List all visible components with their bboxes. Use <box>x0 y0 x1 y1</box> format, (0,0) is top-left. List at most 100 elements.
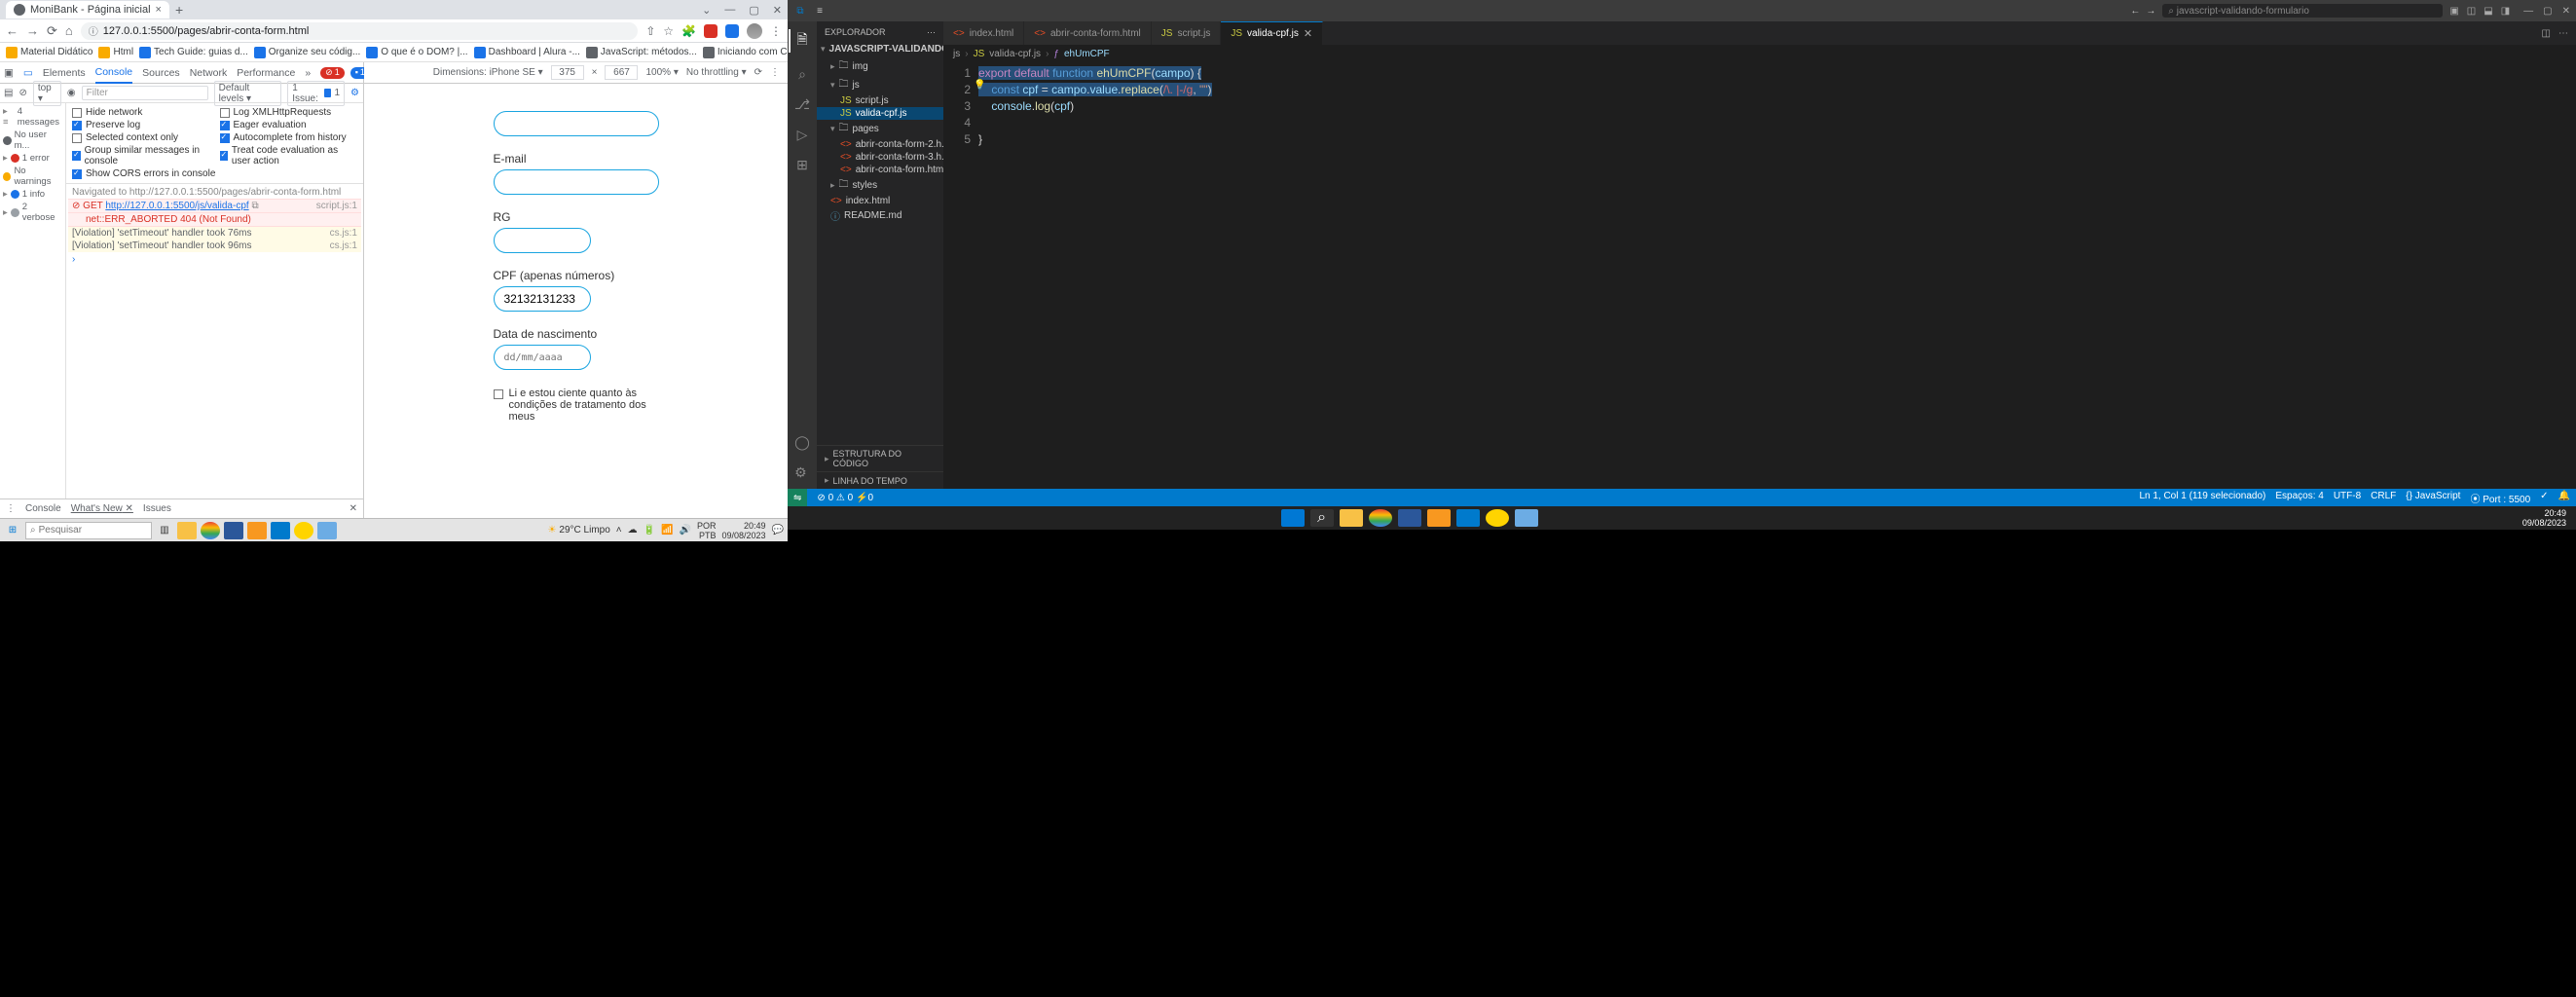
vscode-menu-icon[interactable]: ≡ <box>813 6 827 17</box>
share-icon[interactable]: ⇧ <box>645 24 655 38</box>
email-input[interactable] <box>494 169 659 195</box>
file-readme[interactable]: ⓘREADME.md <box>817 207 943 224</box>
layout-sidebar-icon[interactable]: ◫ <box>2467 6 2476 17</box>
throttle-select[interactable]: No throttling ▾ <box>686 67 747 78</box>
rotate-icon[interactable]: ⟳ <box>754 67 762 78</box>
clear-console-icon[interactable]: ⊘ <box>18 88 26 98</box>
layout-right-icon[interactable]: ◨ <box>2501 6 2510 17</box>
outline-section[interactable]: ▸ESTRUTURA DO CÓDIGO <box>817 445 943 471</box>
bookmark-item[interactable]: Html <box>98 47 133 58</box>
file-page2[interactable]: <>abrir-conta-form-3.h... <box>817 151 943 164</box>
folder-img[interactable]: ▸🗀img <box>817 57 943 76</box>
status-bell-icon[interactable]: 🔔 <box>2558 491 2570 505</box>
activity-settings-icon[interactable]: ⚙ <box>794 464 810 481</box>
chk-eager-eval[interactable]: Eager evaluation <box>220 120 358 130</box>
error-url-link[interactable]: http://127.0.0.1:5500/js/valida-cpf <box>105 201 248 211</box>
rg-input[interactable] <box>494 228 591 253</box>
taskbar-app-icon[interactable] <box>317 522 337 539</box>
start-button[interactable]: ⊞ <box>4 522 21 539</box>
inspect-icon[interactable]: ▣ <box>4 67 14 79</box>
activity-account-icon[interactable]: ◯ <box>794 434 810 451</box>
zoom-select[interactable]: 100% ▾ <box>645 67 678 78</box>
drawer-tab-issues[interactable]: Issues <box>143 503 171 514</box>
tray-chevron-icon[interactable]: ˄ <box>616 525 622 535</box>
minimize-icon[interactable]: — <box>724 4 735 17</box>
error-count-badge[interactable]: ⊘1 <box>320 67 345 79</box>
sound-icon[interactable]: 🔊 <box>680 525 691 535</box>
chevron-down-icon[interactable]: ⌄ <box>702 4 711 17</box>
editor-tab[interactable]: <>abrir-conta-form.html <box>1024 21 1152 45</box>
filter-warnings[interactable]: No warnings <box>3 165 62 188</box>
notifications-icon[interactable]: 💬 <box>772 525 784 535</box>
reload-icon[interactable]: ⟳ <box>47 23 57 39</box>
chk-cors[interactable]: Show CORS errors in console <box>72 168 357 179</box>
chk-autocomplete[interactable]: Autocomplete from history <box>220 132 358 143</box>
ext-puzzle-icon[interactable] <box>704 24 718 38</box>
dob-input[interactable] <box>494 345 591 370</box>
taskbar-vscode-icon[interactable] <box>1456 509 1480 527</box>
editor-tab-active[interactable]: JSvalida-cpf.js✕ <box>1221 21 1323 45</box>
lightbulb-icon[interactable]: 💡 <box>974 80 985 91</box>
taskbar-vscode-icon[interactable] <box>271 522 290 539</box>
folder-js[interactable]: ▾🗀js <box>817 76 943 94</box>
code-editor[interactable]: 12345 💡 export default function ehUmCPF(… <box>943 62 2576 489</box>
dt-tabs-more-icon[interactable]: » <box>305 67 311 79</box>
filter-all-messages[interactable]: ▸ ≡4 messages <box>3 105 62 129</box>
close-tab-icon[interactable]: ✕ <box>1304 27 1312 40</box>
dt-tab-console[interactable]: Console <box>95 62 133 84</box>
terms-row[interactable]: Li e estou ciente quanto às condições de… <box>494 388 659 423</box>
taskbar-chrome-icon[interactable] <box>201 522 220 539</box>
browser-tab[interactable]: MoniBank - Página inicial × <box>6 1 169 18</box>
scope-select[interactable]: top ▾ <box>33 81 61 106</box>
drawer-close-icon[interactable]: ✕ <box>350 503 357 514</box>
bookmark-item[interactable]: Iniciando com CSS... <box>703 47 788 58</box>
clock[interactable]: 20:49 09/08/2023 <box>722 521 766 540</box>
console-filter-input[interactable]: Filter <box>82 86 208 100</box>
bookmark-item[interactable]: Material Didático <box>6 47 92 58</box>
status-eol[interactable]: CRLF <box>2371 491 2396 505</box>
terms-checkbox[interactable] <box>494 389 503 399</box>
chk-log-xhr[interactable]: Log XMLHttpRequests <box>220 107 358 118</box>
chrome-menu-icon[interactable]: ⋮ <box>770 24 782 38</box>
breadcrumb[interactable]: js› JSvalida-cpf.js› ƒehUmCPF <box>943 45 2576 62</box>
status-cursor-pos[interactable]: Ln 1, Col 1 (119 selecionado) <box>2139 491 2265 505</box>
remote-indicator[interactable]: ⇋ <box>788 489 807 506</box>
drawer-menu-icon[interactable]: ⋮ <box>6 503 16 514</box>
vscode-close-icon[interactable]: ✕ <box>2562 6 2570 17</box>
onedrive-icon[interactable]: ☁ <box>628 525 638 535</box>
nav-back-icon[interactable]: ← <box>2130 6 2140 17</box>
activity-debug-icon[interactable]: ▷ <box>797 127 808 143</box>
ext-blue-icon[interactable] <box>725 24 739 38</box>
layout-icon[interactable]: ▣ <box>2449 6 2458 17</box>
editor-more-icon[interactable]: ⋯ <box>2558 28 2568 39</box>
profile-avatar[interactable] <box>747 23 762 39</box>
bookmark-item[interactable]: JavaScript: métodos... <box>586 47 697 58</box>
wifi-icon[interactable]: 📶 <box>661 525 673 535</box>
taskbar-clock[interactable]: 20:49 09/08/2023 <box>2522 508 2572 528</box>
taskbar-app-icon[interactable] <box>1486 509 1509 527</box>
activity-scm-icon[interactable]: ⎇ <box>794 96 810 113</box>
drawer-tab-console[interactable]: Console <box>25 503 61 514</box>
file-index[interactable]: <>index.html <box>817 195 943 207</box>
task-view-icon[interactable]: ▥ <box>156 522 173 539</box>
status-lang[interactable]: {} JavaScript <box>2406 491 2460 505</box>
activity-search-icon[interactable]: ⌕ <box>798 66 806 83</box>
filter-info[interactable]: ▸1 info <box>3 188 62 201</box>
file-valida-cpf[interactable]: JSvalida-cpf.js <box>817 107 943 120</box>
battery-icon[interactable]: 🔋 <box>644 525 655 535</box>
device-width-input[interactable]: 375 <box>551 65 584 80</box>
command-center[interactable]: ⌕ javascript-validando-formulario <box>2161 3 2444 18</box>
chk-treat-eval[interactable]: Treat code evaluation as user action <box>220 145 358 166</box>
project-root[interactable]: ▾JAVASCRIPT-VALIDANDO-... <box>817 43 943 55</box>
bookmark-item[interactable]: O que é o DOM? |... <box>366 47 467 58</box>
taskbar-word-icon[interactable] <box>224 522 243 539</box>
cpf-input[interactable] <box>494 286 591 312</box>
dt-tab-network[interactable]: Network <box>190 67 228 79</box>
bookmark-item[interactable]: Dashboard | Alura -... <box>474 47 580 58</box>
status-encoding[interactable]: UTF-8 <box>2334 491 2361 505</box>
weather-widget[interactable]: ☀ 29°C Limpo <box>547 525 609 535</box>
chk-context-only[interactable]: Selected context only <box>72 132 210 143</box>
taskbar-app-icon[interactable] <box>1515 509 1538 527</box>
taskbar-app-icon[interactable] <box>294 522 313 539</box>
file-page3[interactable]: <>abrir-conta-form.html <box>817 164 943 176</box>
